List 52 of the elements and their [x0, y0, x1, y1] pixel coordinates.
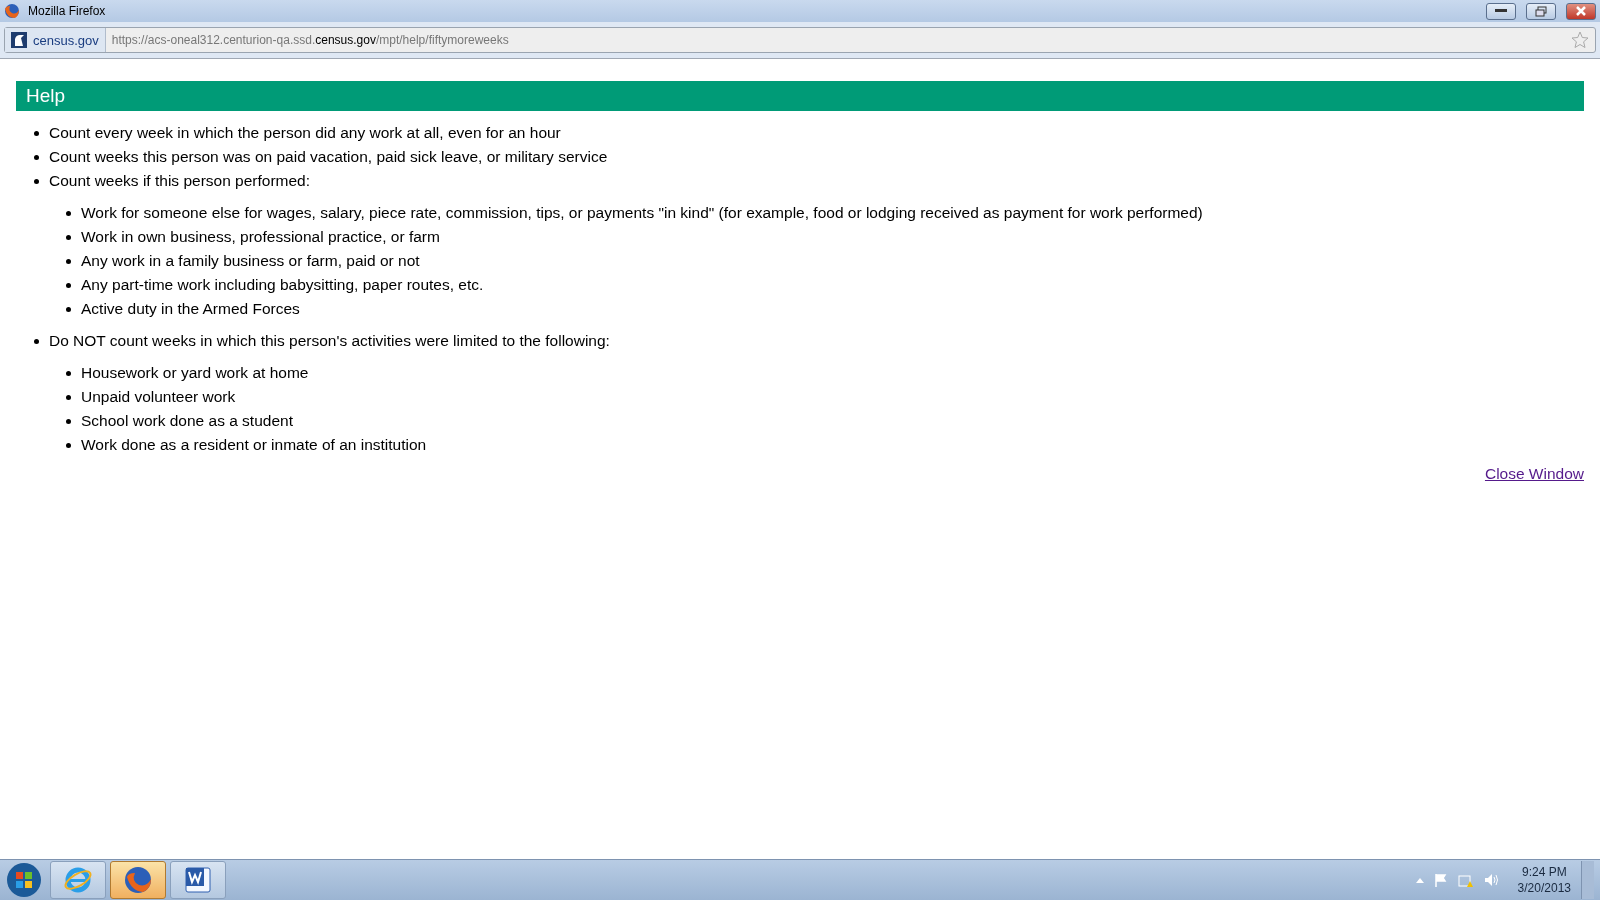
help-text: Unpaid volunteer work — [81, 387, 236, 407]
bullet-icon — [34, 154, 39, 160]
clock[interactable]: 9:24 PM 3/20/2013 — [1517, 864, 1571, 896]
flag-icon[interactable] — [1433, 873, 1448, 887]
fox-globe-icon — [4, 3, 20, 19]
minimize-icon — [1495, 9, 1507, 13]
network-warning-icon[interactable] — [1457, 872, 1474, 888]
site-identity-button[interactable]: census.gov — [5, 28, 106, 52]
help-text: School work done as a student — [81, 411, 293, 431]
bullet-icon — [34, 130, 39, 136]
taskbar-app-button[interactable] — [170, 861, 226, 899]
help-text: Active duty in the Armed Forces — [81, 299, 300, 319]
window-title: Mozilla Firefox — [28, 4, 107, 18]
help-text: Work done as a resident or inmate of an institution — [81, 435, 427, 455]
close-window-link[interactable]: Close Window — [1484, 465, 1584, 483]
help-text: Count every week in which the person did any work at all, even for an hour — [49, 123, 561, 143]
document-icon — [183, 865, 213, 895]
help-text: Count weeks this person was on paid vacation, paid sick leave, or military service — [49, 147, 608, 167]
restore-icon — [1535, 5, 1547, 17]
bullet-icon — [66, 394, 71, 400]
help-text: Any work in a family business or farm, paid or not — [81, 251, 420, 271]
bullet-icon — [66, 258, 71, 264]
help-text: Count weeks if this person performed: — [49, 171, 311, 191]
bullet-icon — [66, 442, 71, 448]
bullet-icon — [66, 418, 71, 424]
address-bar[interactable]: census.gov https://acs-oneal312.centurion-qa.ssd.census.gov/mpt/help/fiftymoreweeks — [4, 27, 1596, 53]
show-desktop-button[interactable] — [1581, 861, 1594, 899]
help-text: Work in own business, professional practice, or farm — [81, 227, 440, 247]
bullet-icon — [66, 210, 71, 216]
close-icon — [1575, 6, 1587, 16]
fox-globe-icon — [123, 865, 153, 895]
caret-up-icon[interactable] — [1415, 877, 1424, 883]
help-text: Do NOT count weeks in which this person's activities were limited to the following: — [49, 331, 610, 351]
taskbar-app-button[interactable] — [110, 861, 166, 899]
bullet-icon — [66, 234, 71, 240]
url-text: https://acs-oneal312.centurion-qa.ssd.census.gov/mpt/help/fiftymoreweeks — [110, 33, 510, 47]
help-heading: Help — [16, 81, 1584, 111]
restore-button[interactable] — [1526, 2, 1556, 20]
browser-e-icon — [63, 865, 93, 895]
bullet-icon — [66, 306, 71, 312]
bullet-icon — [34, 338, 39, 344]
star-icon[interactable] — [1571, 31, 1589, 49]
speaker-icon[interactable] — [1483, 873, 1500, 887]
close-button[interactable] — [1566, 2, 1596, 20]
helmet-logo-icon — [11, 32, 27, 48]
help-text: Any part-time work including babysitting, paper routes, etc. — [81, 275, 484, 295]
bullet-icon — [66, 282, 71, 288]
help-text: Housework or yard work at home — [81, 363, 309, 383]
bullet-icon — [34, 178, 39, 184]
bullet-icon — [66, 370, 71, 376]
help-text: Work for someone else for wages, salary, piece rate, commission, tips, or payments "in kind" (for example, food or lodging received as payment for work performed) — [81, 203, 1203, 223]
minimize-button[interactable] — [1486, 2, 1516, 20]
